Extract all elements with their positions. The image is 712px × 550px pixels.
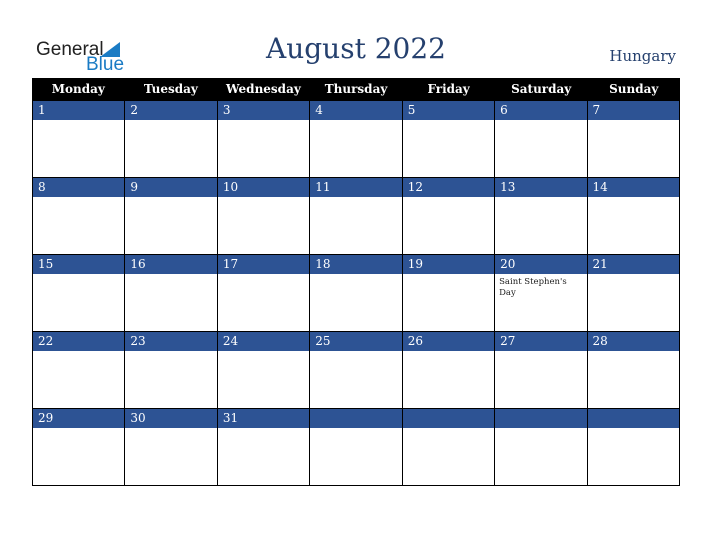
day-cell[interactable] — [401, 409, 495, 486]
day-number: 11 — [310, 178, 402, 197]
day-cell[interactable]: 23 — [124, 332, 217, 409]
day-number: 12 — [402, 178, 495, 197]
day-number: 15 — [33, 255, 125, 274]
day-number: 14 — [587, 178, 679, 197]
day-cell[interactable]: 10 — [216, 178, 310, 255]
day-cell[interactable]: 6 — [494, 101, 587, 178]
holiday-label: Saint Stephen's Day — [499, 277, 567, 298]
day-number: 28 — [587, 332, 679, 351]
day-cell[interactable]: 17 — [216, 255, 310, 332]
day-cell[interactable]: 4 — [309, 101, 402, 178]
day-cell[interactable]: 3 — [216, 101, 310, 178]
day-number: 24 — [217, 332, 310, 351]
day-number: 22 — [33, 332, 125, 351]
day-cell[interactable]: 26 — [401, 332, 495, 409]
day-number: 20 — [495, 255, 587, 274]
week-row: 22 23 24 25 26 27 28 — [32, 332, 680, 409]
day-number: 26 — [402, 332, 495, 351]
country-label: Hungary — [609, 47, 676, 65]
day-cell[interactable] — [309, 409, 402, 486]
day-number: 19 — [402, 255, 495, 274]
weekday-friday: Friday — [427, 82, 470, 96]
week-row: 15 16 17 18 19 20 Saint Stephen's Day 21 — [32, 255, 680, 332]
day-number: 1 — [33, 101, 125, 120]
day-number — [402, 409, 495, 428]
day-number: 13 — [495, 178, 587, 197]
calendar-grid: Monday Tuesday Wednesday Thursday Friday Satu… — [32, 78, 680, 486]
day-cell[interactable]: 25 — [309, 332, 402, 409]
day-cell[interactable]: 7 — [586, 101, 680, 178]
week-row: 8 9 10 11 12 13 14 — [32, 178, 680, 255]
day-number: 10 — [217, 178, 310, 197]
day-number: 25 — [310, 332, 402, 351]
day-number: 6 — [495, 101, 587, 120]
day-cell[interactable]: 9 — [124, 178, 217, 255]
week-row: 29 30 31 — [32, 409, 680, 486]
day-number: 8 — [33, 178, 125, 197]
day-number: 23 — [125, 332, 217, 351]
day-cell[interactable] — [494, 409, 587, 486]
day-number: 3 — [217, 101, 310, 120]
day-number: 31 — [217, 409, 310, 428]
day-cell[interactable]: 29 — [32, 409, 125, 486]
day-number: 7 — [587, 101, 679, 120]
weekday-tuesday: Tuesday — [143, 82, 198, 96]
day-cell[interactable]: 16 — [124, 255, 217, 332]
day-cell[interactable]: 8 — [32, 178, 125, 255]
day-number: 21 — [587, 255, 679, 274]
day-number: 9 — [125, 178, 217, 197]
page-title: August 2022 — [266, 32, 446, 65]
day-cell[interactable]: 12 — [401, 178, 495, 255]
weekday-monday: Monday — [51, 82, 105, 96]
day-number — [310, 409, 402, 428]
week-row: 1234567 — [32, 101, 680, 178]
weekday-sunday: Sunday — [609, 82, 659, 96]
day-number: 16 — [125, 255, 217, 274]
day-number: 4 — [310, 101, 402, 120]
weekday-thursday: Thursday — [324, 82, 388, 96]
day-cell[interactable]: 27 — [494, 332, 587, 409]
day-cell[interactable]: 24 — [216, 332, 310, 409]
day-number — [495, 409, 587, 428]
day-cell[interactable]: 28 — [586, 332, 680, 409]
day-number: 29 — [33, 409, 125, 428]
day-cell[interactable]: 14 — [586, 178, 680, 255]
day-number: 2 — [125, 101, 217, 120]
day-cell[interactable]: 21 — [586, 255, 680, 332]
day-cell[interactable]: 30 — [124, 409, 217, 486]
day-cell[interactable]: 19 — [401, 255, 495, 332]
day-cell[interactable]: 31 — [216, 409, 310, 486]
day-cell[interactable]: 20 Saint Stephen's Day — [494, 255, 587, 332]
day-cell[interactable]: 22 — [32, 332, 125, 409]
day-number — [587, 409, 679, 428]
day-number: 5 — [402, 101, 495, 120]
weekday-saturday: Saturday — [511, 82, 572, 96]
day-cell[interactable] — [586, 409, 680, 486]
day-number: 30 — [125, 409, 217, 428]
day-number: 18 — [310, 255, 402, 274]
day-cell[interactable]: 1 — [32, 101, 125, 178]
weekday-header: Monday Tuesday Wednesday Thursday Friday Satu… — [32, 78, 680, 101]
day-number: 27 — [495, 332, 587, 351]
day-cell[interactable]: 5 — [401, 101, 495, 178]
day-number: 17 — [217, 255, 310, 274]
day-cell[interactable]: 11 — [309, 178, 402, 255]
day-cell[interactable]: 2 — [124, 101, 217, 178]
day-cell[interactable]: 18 — [309, 255, 402, 332]
day-cell[interactable]: 15 — [32, 255, 125, 332]
weekday-wednesday: Wednesday — [226, 82, 301, 96]
day-cell[interactable]: 13 — [494, 178, 587, 255]
